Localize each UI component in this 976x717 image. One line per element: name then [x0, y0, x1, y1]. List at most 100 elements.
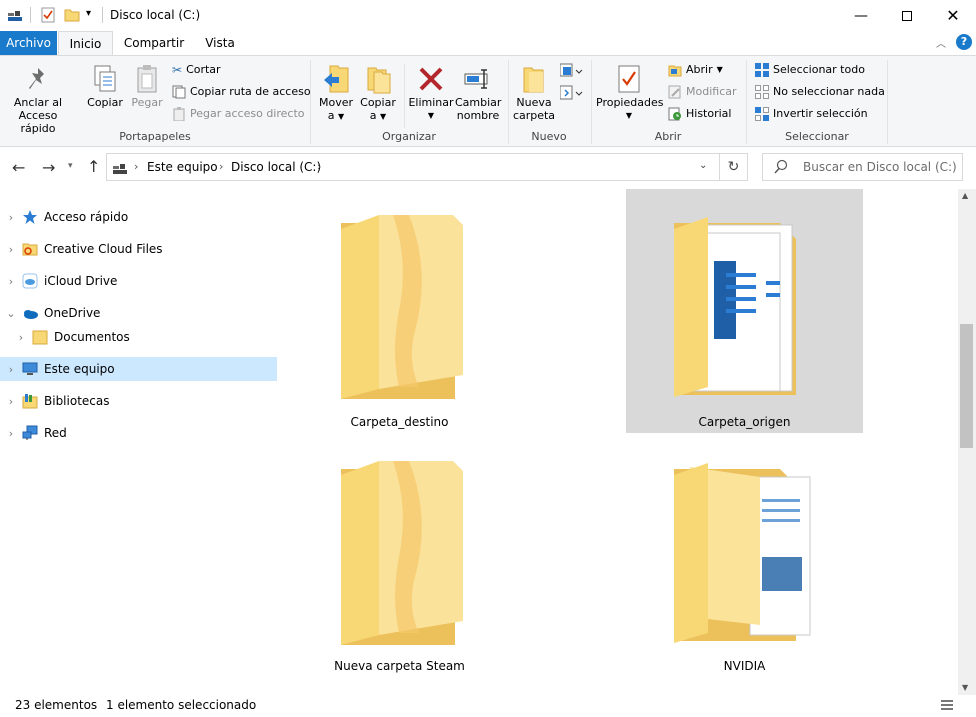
rename-button[interactable]: Cambiar nombre — [455, 62, 501, 122]
delete-button[interactable]: Eliminar ▼ — [408, 62, 454, 122]
tab-inicio[interactable]: Inicio — [58, 31, 113, 56]
libraries-icon — [22, 393, 38, 409]
nav-creative-cloud[interactable]: › Creative Cloud Files — [0, 237, 277, 261]
search-placeholder: Buscar en Disco local (C:) — [803, 160, 957, 174]
easy-access-button[interactable] — [559, 84, 586, 102]
edit-pencil-icon — [668, 85, 682, 99]
tab-vista[interactable]: Vista — [196, 31, 244, 55]
breadcrumb-separator-icon[interactable]: › — [134, 160, 138, 173]
breadcrumb-este-equipo[interactable]: Este equipo — [147, 160, 218, 174]
nav-acceso-rapido[interactable]: › Acceso rápido — [0, 205, 277, 229]
select-all-button[interactable]: Seleccionar todo — [755, 62, 865, 78]
pin-quick-access-button[interactable]: Anclar al Acceso rápido — [6, 62, 70, 135]
group-abrir: Abrir — [654, 130, 682, 143]
folder-item-nvidia[interactable]: NVIDIA — [626, 433, 863, 677]
new-folder-quick-icon[interactable] — [64, 7, 80, 23]
nav-bibliotecas[interactable]: › Bibliotecas — [0, 389, 277, 413]
expand-chevron-icon[interactable]: › — [0, 395, 22, 408]
nav-documentos[interactable]: › Documentos — [0, 325, 277, 349]
properties-quick-icon[interactable] — [40, 7, 56, 23]
tab-compartir[interactable]: Compartir — [118, 31, 190, 55]
copy-to-button[interactable]: Copiar a ▼ — [359, 62, 397, 123]
invert-selection-button[interactable]: Invertir selección — [755, 106, 868, 122]
up-arrow-icon[interactable]: ↑ — [87, 157, 100, 176]
computer-icon — [22, 361, 38, 377]
folder-documents-icon — [670, 457, 830, 650]
search-box[interactable]: Buscar en Disco local (C:) — [762, 153, 963, 181]
cut-button[interactable]: ✂ Cortar — [172, 62, 221, 78]
folder-item-carpeta-origen[interactable]: Carpeta_origen — [626, 189, 863, 433]
address-bar[interactable]: › Este equipo › Disco local (C:) › ⌄ — [106, 153, 720, 181]
back-arrow-icon[interactable]: ← — [12, 158, 25, 177]
scrollbar-thumb[interactable] — [960, 324, 973, 448]
collapse-chevron-icon[interactable]: ⌄ — [0, 307, 22, 320]
address-history-chevron-icon[interactable]: ⌄ — [699, 160, 707, 171]
select-all-icon — [755, 63, 769, 77]
details-view-icon[interactable] — [940, 698, 954, 712]
dropdown-arrow-icon: ▼ — [380, 112, 387, 121]
scissors-icon: ✂ — [172, 63, 183, 77]
pin-icon — [6, 62, 70, 96]
nav-icloud-drive[interactable]: › iCloud Drive — [0, 269, 277, 293]
nav-red[interactable]: › Red — [0, 421, 277, 445]
forward-arrow-icon[interactable]: → — [42, 158, 55, 177]
open-button[interactable]: Abrir ▼ — [668, 62, 723, 78]
copy-to-icon — [359, 62, 397, 96]
collapse-ribbon-icon[interactable]: ︿ — [936, 35, 946, 50]
edit-button[interactable]: Modificar — [668, 84, 737, 100]
nav-onedrive[interactable]: ⌄ OneDrive — [0, 301, 277, 325]
copy-button[interactable]: Copiar — [84, 62, 126, 109]
dropdown-arrow-icon: ▼ — [427, 111, 435, 120]
breadcrumb-separator-icon[interactable]: › — [317, 160, 321, 173]
copy-path-button[interactable]: Copiar ruta de acceso — [172, 84, 311, 100]
copy-icon — [84, 62, 126, 96]
expand-chevron-icon[interactable]: › — [0, 363, 22, 376]
paste-icon — [128, 62, 166, 96]
selection-count: 1 elemento seleccionado — [106, 698, 257, 712]
history-button[interactable]: Historial — [668, 106, 731, 122]
folder-icon — [339, 457, 469, 650]
new-item-button[interactable] — [559, 62, 586, 80]
expand-chevron-icon[interactable]: › — [0, 427, 22, 440]
nav-este-equipo[interactable]: › Este equipo — [0, 357, 277, 381]
select-none-button[interactable]: No seleccionar nada — [755, 84, 885, 100]
help-icon[interactable]: ? — [956, 34, 972, 50]
new-folder-button[interactable]: Nueva carpeta — [512, 62, 556, 122]
group-portapapeles: Portapapeles — [119, 130, 191, 143]
folder-item-nueva-carpeta-steam[interactable]: Nueva carpeta Steam — [281, 433, 518, 677]
onedrive-icon — [22, 305, 38, 321]
folder-item-carpeta-destino[interactable]: Carpeta_destino — [281, 189, 518, 433]
expand-chevron-icon[interactable]: › — [10, 331, 32, 344]
window-title: Disco local (C:) — [110, 8, 201, 22]
customize-quick-access-icon[interactable]: ▾ — [86, 8, 91, 19]
paste-shortcut-icon — [172, 107, 186, 122]
paste-button[interactable]: Pegar — [128, 62, 166, 109]
folder-icon — [339, 211, 469, 404]
star-icon — [22, 209, 38, 225]
properties-button[interactable]: Propiedades ▼ — [596, 62, 663, 122]
move-to-button[interactable]: Mover a ▼ — [317, 62, 355, 123]
breadcrumb-separator-icon[interactable]: › — [219, 160, 223, 173]
breadcrumb-disco-local[interactable]: Disco local (C:) — [231, 160, 321, 174]
maximize-button[interactable] — [884, 0, 930, 31]
refresh-button[interactable]: ↻ — [720, 153, 748, 181]
paste-shortcut-button[interactable]: Pegar acceso directo — [172, 106, 305, 122]
minimize-button[interactable]: — — [838, 0, 884, 31]
scroll-down-arrow-icon[interactable]: ▼ — [962, 683, 968, 692]
invert-selection-icon — [755, 107, 769, 121]
properties-icon — [596, 62, 662, 96]
dropdown-arrow-icon: ▼ — [625, 111, 633, 120]
close-button[interactable]: ✕ — [930, 0, 976, 31]
tab-archivo[interactable]: Archivo — [0, 31, 57, 55]
expand-chevron-icon[interactable]: › — [0, 243, 22, 256]
computer-address-icon — [113, 162, 127, 174]
folder-documents-icon — [670, 211, 830, 404]
recent-locations-chevron-icon[interactable]: ▾ — [68, 161, 73, 171]
item-count: 23 elementos — [15, 698, 98, 712]
open-folder-icon — [668, 63, 682, 77]
copy-path-icon — [172, 85, 186, 99]
select-none-icon — [755, 85, 769, 99]
expand-chevron-icon[interactable]: › — [0, 275, 22, 288]
scroll-up-arrow-icon[interactable]: ▲ — [962, 191, 968, 200]
expand-chevron-icon[interactable]: › — [0, 211, 22, 224]
